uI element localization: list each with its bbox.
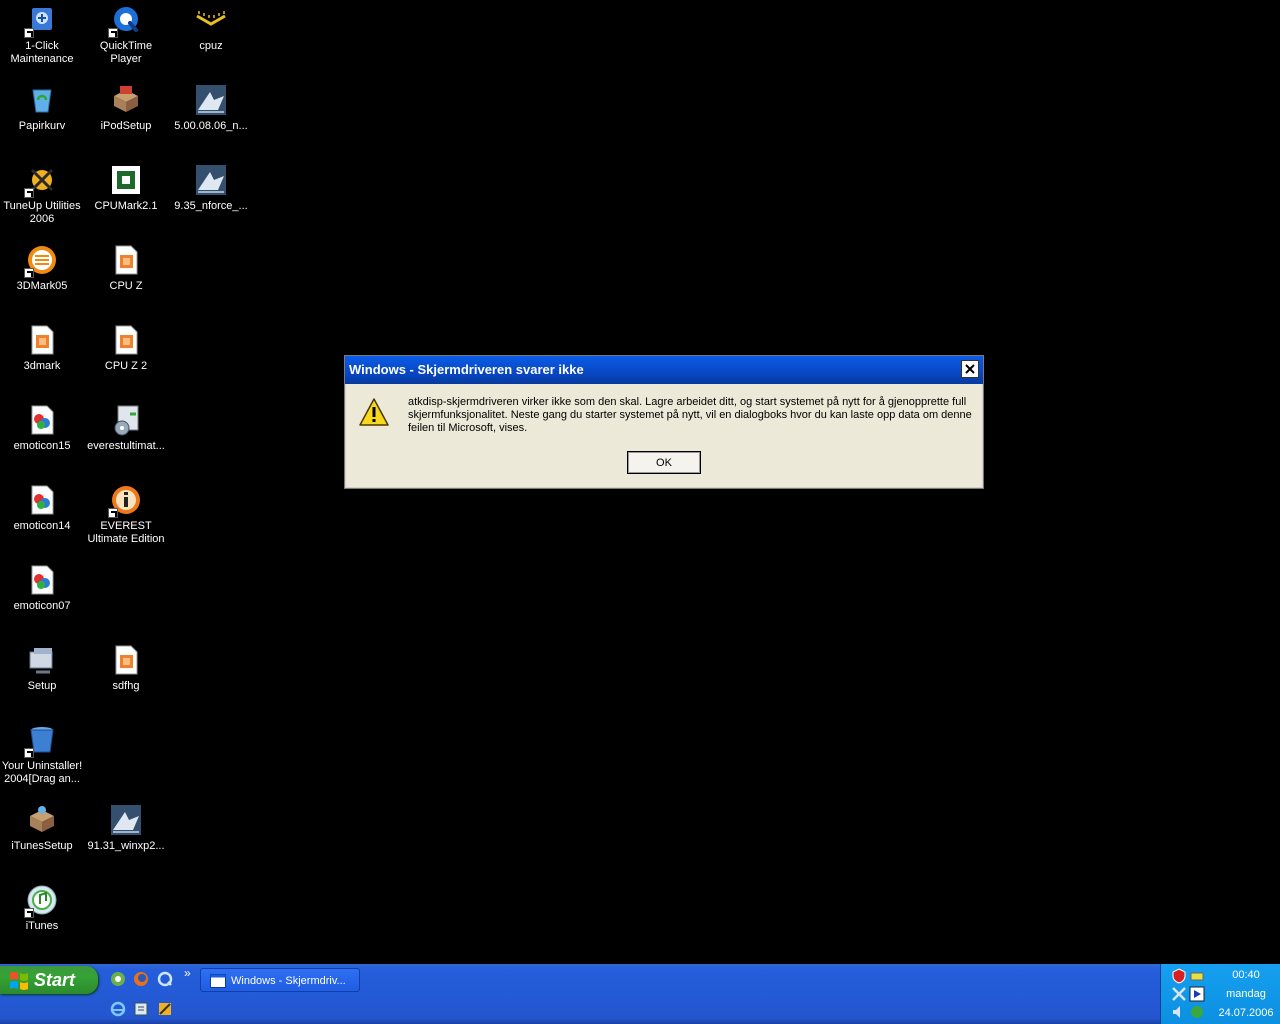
dialog-message: atkdisp-skjermdriveren virker ikke som d… (408, 396, 972, 434)
3dmark05-icon (24, 244, 58, 278)
quicklaunch-more-chevron[interactable]: » (184, 966, 191, 980)
desktop-icon-everest-ultimate-edition[interactable]: EVEREST Ultimate Edition (84, 484, 168, 546)
desktop-icon-ipodsetup[interactable]: iPodSetup (84, 84, 168, 133)
desktop-icon-tuneup-utilities[interactable]: TuneUp Utilities 2006 (0, 164, 84, 226)
image-file-icon (26, 564, 58, 596)
tray-media-icon[interactable] (1189, 986, 1205, 1002)
desktop-icon-setup[interactable]: Setup (0, 644, 84, 693)
installer-box-icon (26, 804, 58, 836)
cpumark-icon (110, 164, 142, 196)
quicklaunch-media-icon[interactable] (110, 971, 126, 987)
desktop-icon-everestultimate[interactable]: everestultimat... (84, 404, 168, 453)
clock-time: 00:40 (1232, 969, 1260, 981)
image-file-icon (26, 404, 58, 436)
installer-box-icon (110, 84, 142, 116)
window-icon (210, 974, 226, 988)
clock-date: 24.07.2006 (1218, 1007, 1274, 1019)
desktop-icon-cpuz[interactable]: cpuz (169, 4, 253, 53)
tray-security-icon[interactable] (1189, 1004, 1205, 1020)
tuneup-icon (24, 164, 58, 198)
maintenance-icon (24, 4, 58, 38)
desktop-icon-cpumark[interactable]: CPUMark2.1 (84, 164, 168, 213)
setup-icon (26, 644, 58, 676)
quicklaunch-ie-icon[interactable] (110, 1001, 126, 1017)
quicklaunch-firefox-icon[interactable] (133, 971, 149, 987)
desktop-icon-3dmark05[interactable]: 3DMark05 (0, 244, 84, 293)
desktop-icon-cpu-z-2[interactable]: CPU Z 2 (84, 324, 168, 373)
itunes-icon (24, 884, 58, 918)
quicklaunch-desktop-icon[interactable] (133, 1001, 149, 1017)
nforce-installer-icon (195, 164, 227, 196)
everest-icon (108, 484, 142, 518)
tray-tools-icon[interactable] (1171, 986, 1187, 1002)
nvidia-installer-icon (110, 804, 142, 836)
quicktime-icon (108, 4, 142, 38)
tray-speaker-icon[interactable] (1171, 1004, 1187, 1020)
quicklaunch-quicktime-icon[interactable] (157, 971, 173, 987)
start-label: Start (34, 970, 76, 990)
desktop-icon-emoticon07[interactable]: emoticon07 (0, 564, 84, 613)
desktop-icon-itunes[interactable]: iTunes (0, 884, 84, 933)
uninstaller-icon (24, 724, 58, 758)
desktop-icon-nforce[interactable]: 9.35_nforce_... (169, 164, 253, 213)
image-file-icon (110, 644, 142, 676)
desktop-icon-3dmark[interactable]: 3dmark (0, 324, 84, 373)
ok-button[interactable]: OK (627, 451, 701, 474)
close-icon (965, 364, 975, 374)
everest-setup-icon (110, 404, 142, 436)
quicklaunch-tuneup-icon[interactable] (157, 1001, 173, 1017)
image-file-icon (26, 324, 58, 356)
dialog-title: Windows - Skjermdriveren svarer ikke (345, 356, 983, 384)
taskbar-button-dialog[interactable]: Windows - Skjermdriv... (200, 968, 360, 992)
cpuz-icon (195, 4, 227, 36)
image-file-icon (110, 324, 142, 356)
desktop-icon-1-click-maintenance[interactable]: 1-Click Maintenance (0, 4, 84, 66)
tray-network-icon[interactable] (1189, 968, 1205, 984)
desktop-icon-91-31-winxp[interactable]: 91.31_winxp2... (84, 804, 168, 853)
windows-flag-icon (10, 972, 28, 990)
error-dialog: Windows - Skjermdriveren svarer ikke atk… (344, 355, 984, 489)
close-button[interactable] (961, 360, 979, 378)
image-file-icon (110, 244, 142, 276)
taskbar: Start » Windows - Skjermdriv... 00:40 ma… (0, 964, 1280, 1024)
warning-icon (358, 396, 390, 428)
clock-day: mandag (1226, 988, 1266, 1000)
tray-shield-icon[interactable] (1171, 968, 1187, 984)
desktop-icon-papirkurv[interactable]: Papirkurv (0, 84, 84, 133)
recycle-bin-icon (26, 84, 58, 116)
system-tray: 00:40 mandag 24.07.2006 (1160, 964, 1280, 1024)
desktop-icon-emoticon14[interactable]: emoticon14 (0, 484, 84, 533)
desktop-icon-emoticon15[interactable]: emoticon15 (0, 404, 84, 453)
desktop-icon-nvidia-5-00[interactable]: 5.00.08.06_n... (169, 84, 253, 133)
nvidia-installer-icon (195, 84, 227, 116)
desktop-icon-itunessetup[interactable]: iTunesSetup (0, 804, 84, 853)
image-file-icon (26, 484, 58, 516)
desktop-icon-your-uninstaller[interactable]: Your Uninstaller! 2004[Drag an... (0, 724, 84, 786)
desktop-icon-cpu-z[interactable]: CPU Z (84, 244, 168, 293)
start-button[interactable]: Start (0, 966, 98, 994)
desktop-icon-sdfhg[interactable]: sdfhg (84, 644, 168, 693)
desktop-icon-quicktime-player[interactable]: QuickTime Player (84, 4, 168, 66)
